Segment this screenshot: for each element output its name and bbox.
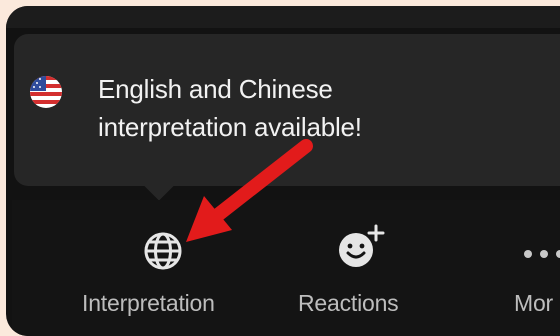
us-flag-icon bbox=[30, 76, 62, 108]
ellipsis-icon bbox=[524, 250, 560, 258]
more-label: Mor bbox=[514, 290, 554, 316]
more-button[interactable]: Mor bbox=[512, 200, 560, 327]
red-arrow-icon bbox=[186, 139, 313, 242]
interpretation-label: Interpretation bbox=[82, 290, 215, 316]
message-line-1: English and Chinese bbox=[98, 74, 333, 104]
reactions-label: Reactions bbox=[298, 290, 399, 316]
smiley-plus-icon bbox=[339, 224, 385, 267]
